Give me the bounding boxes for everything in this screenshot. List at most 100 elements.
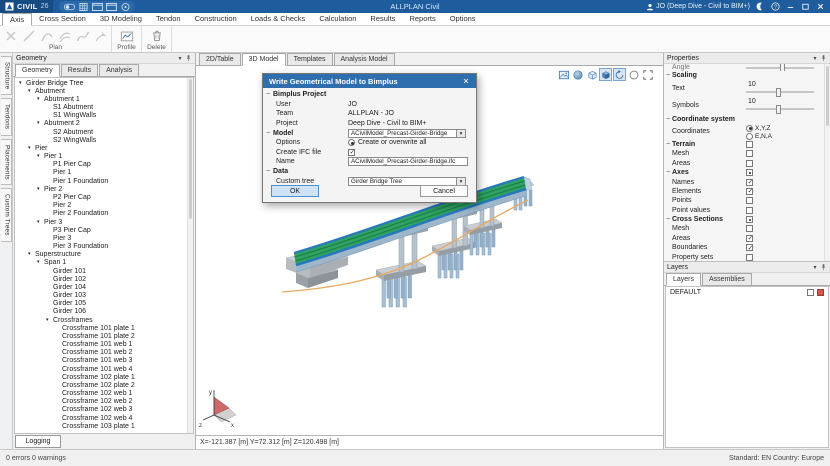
- layer-row-default[interactable]: DEFAULT: [666, 287, 828, 298]
- menu-3d-modeling[interactable]: 3D Modeling: [93, 13, 149, 25]
- expander-icon[interactable]: ▾: [46, 317, 53, 324]
- tree-item-crossframe-101-web-1[interactable]: Crossframe 101 web 1: [15, 341, 187, 349]
- panel-collapse-icon[interactable]: ▾: [811, 264, 819, 271]
- menu-calculation[interactable]: Calculation: [312, 13, 363, 25]
- tree-item-abutment[interactable]: ▾Abutment: [15, 87, 187, 95]
- side-tab-structure[interactable]: Structure: [1, 56, 12, 95]
- help-icon[interactable]: ?: [768, 0, 783, 13]
- tree-item-girder-103[interactable]: Girder 103: [15, 291, 187, 299]
- tree-item-crossframe-103-plate-1[interactable]: Crossframe 103 plate 1: [15, 422, 187, 430]
- collapse-minus-icon[interactable]: −: [666, 216, 670, 223]
- tab-assemblies[interactable]: Assemblies: [702, 273, 752, 285]
- collapse-minus-icon[interactable]: −: [666, 141, 670, 148]
- chevron-down-icon[interactable]: ▾: [456, 130, 465, 137]
- tree-item-crossframe-101-plate-1[interactable]: Crossframe 101 plate 1: [15, 324, 187, 332]
- tree-item-girder-bridge-tree[interactable]: ▾Girder Bridge Tree: [15, 79, 187, 87]
- tree-item-pier-3[interactable]: Pier 3: [15, 234, 187, 242]
- collapse-minus-icon[interactable]: −: [266, 168, 273, 175]
- tree-item-pier-2-foundation[interactable]: Pier 2 Foundation: [15, 210, 187, 218]
- expander-icon[interactable]: ▾: [28, 145, 35, 152]
- collapse-minus-icon[interactable]: −: [266, 130, 273, 137]
- tree-item-crossframes[interactable]: ▾Crossframes: [15, 316, 187, 324]
- tree-item-crossframe-101-plate-2[interactable]: Crossframe 101 plate 2: [15, 332, 187, 340]
- model-dropdown[interactable]: ACivilModel_Precast-Girder-Bridge▾: [348, 129, 466, 138]
- tree-item-pier[interactable]: ▾Pier: [15, 144, 187, 152]
- slider-track[interactable]: [746, 67, 814, 69]
- expander-icon[interactable]: ▾: [37, 120, 44, 127]
- tree-item-pier-2[interactable]: Pier 2: [15, 202, 187, 210]
- tree-item-girder-104[interactable]: Girder 104: [15, 283, 187, 291]
- tree-item-s2-wingwalls[interactable]: S2 WingWalls: [15, 136, 187, 144]
- tab-analysis[interactable]: Analysis: [99, 64, 139, 76]
- mesh-checkbox[interactable]: [746, 225, 753, 232]
- plan-line-icon[interactable]: [21, 28, 37, 44]
- layer-visibility-checkbox[interactable]: [807, 289, 814, 296]
- tree-item-crossframe-101-web-3[interactable]: Crossframe 101 web 3: [15, 357, 187, 365]
- radio-x-y-z[interactable]: [746, 125, 753, 132]
- pin-icon[interactable]: [819, 54, 827, 63]
- side-tab-placements[interactable]: Placements: [1, 139, 12, 186]
- dialog-close-icon[interactable]: [460, 75, 472, 87]
- menu-cross-section[interactable]: Cross Section: [32, 13, 93, 25]
- properties-scrollbar-thumb[interactable]: [826, 66, 829, 126]
- chevron-down-icon[interactable]: ▾: [456, 178, 465, 185]
- plan-arc-icon[interactable]: [39, 28, 55, 44]
- expander-icon[interactable]: ▾: [37, 259, 44, 266]
- tree-item-crossframe-102-web-3[interactable]: Crossframe 102 web 3: [15, 406, 187, 414]
- user-account-button[interactable]: JO (Deep Dive - Civil to BIM+): [646, 3, 750, 11]
- collapse-minus-icon[interactable]: −: [666, 169, 670, 176]
- tree-item-girder-101[interactable]: Girder 101: [15, 267, 187, 275]
- pin-icon[interactable]: [819, 263, 827, 272]
- tree-scrollbar-thumb[interactable]: [189, 79, 192, 219]
- radio-create-or-overwrite-all[interactable]: [348, 139, 355, 146]
- tree-item-p2-pier-cap[interactable]: P2 Pier Cap: [15, 193, 187, 201]
- play-icon[interactable]: [118, 0, 132, 13]
- tree-item-girder-102[interactable]: Girder 102: [15, 275, 187, 283]
- name-input[interactable]: ACivilModel_Precast-Girder-Bridge.ifc: [348, 157, 468, 166]
- tree-item-s1-wingwalls[interactable]: S1 WingWalls: [15, 112, 187, 120]
- tab-2d-table[interactable]: 2D/Table: [199, 53, 241, 65]
- point-values-checkbox[interactable]: [746, 207, 753, 214]
- areas-checkbox[interactable]: [746, 235, 753, 242]
- menu-results[interactable]: Results: [363, 13, 402, 25]
- slider-thumb[interactable]: [776, 88, 781, 97]
- toggle-icon[interactable]: [62, 0, 76, 13]
- expander-icon[interactable]: ▾: [37, 186, 44, 193]
- expander-icon[interactable]: ▾: [19, 80, 26, 87]
- minimize-icon[interactable]: [783, 0, 798, 13]
- tree-item-pier-3[interactable]: ▾Pier 3: [15, 218, 187, 226]
- side-tab-tendons[interactable]: Tendons: [1, 98, 12, 135]
- slider-thumb[interactable]: [780, 64, 785, 71]
- menu-tendon[interactable]: Tendon: [149, 13, 188, 25]
- close-icon[interactable]: [813, 0, 828, 13]
- properties-scrollbar[interactable]: [824, 64, 830, 261]
- tree-item-p3-pier-cap[interactable]: P3 Pier Cap: [15, 226, 187, 234]
- tree-item-s1-abutment[interactable]: S1 Abutment: [15, 104, 187, 112]
- menu-loads-checks[interactable]: Loads & Checks: [244, 13, 313, 25]
- maximize-icon[interactable]: [798, 0, 813, 13]
- pin-icon[interactable]: [184, 54, 192, 63]
- slider-track[interactable]: [746, 108, 814, 110]
- side-tab-custom-trees[interactable]: Custom Trees: [1, 188, 12, 242]
- cross-sections-checkbox[interactable]: [746, 216, 753, 223]
- tree-item-abutment-2[interactable]: ▾Abutment 2: [15, 120, 187, 128]
- terrain-checkbox[interactable]: [746, 141, 753, 148]
- tab-3d-model[interactable]: 3D Model: [242, 53, 286, 66]
- areas-checkbox[interactable]: [746, 160, 753, 167]
- boundaries-checkbox[interactable]: [746, 244, 753, 251]
- window-icon[interactable]: [104, 0, 118, 13]
- tree-item-crossframe-102-web-1[interactable]: Crossframe 102 web 1: [15, 390, 187, 398]
- tree-item-crossframe-101-web-2[interactable]: Crossframe 101 web 2: [15, 349, 187, 357]
- tree-item-span-1[interactable]: ▾Span 1: [15, 259, 187, 267]
- tree-item-crossframe-102-plate-2[interactable]: Crossframe 102 plate 2: [15, 381, 187, 389]
- elements-checkbox[interactable]: [746, 188, 753, 195]
- collapse-minus-icon[interactable]: −: [666, 72, 670, 79]
- tab-layers[interactable]: Layers: [666, 273, 701, 286]
- menu-construction[interactable]: Construction: [188, 13, 244, 25]
- panel-collapse-icon[interactable]: ▾: [176, 55, 184, 62]
- plan-edit-icon[interactable]: [93, 28, 109, 44]
- moon-icon[interactable]: [753, 0, 768, 13]
- axes-checkbox[interactable]: [746, 169, 753, 176]
- create-ifc-file-checkbox[interactable]: [348, 149, 355, 156]
- collapse-minus-icon[interactable]: −: [666, 116, 670, 123]
